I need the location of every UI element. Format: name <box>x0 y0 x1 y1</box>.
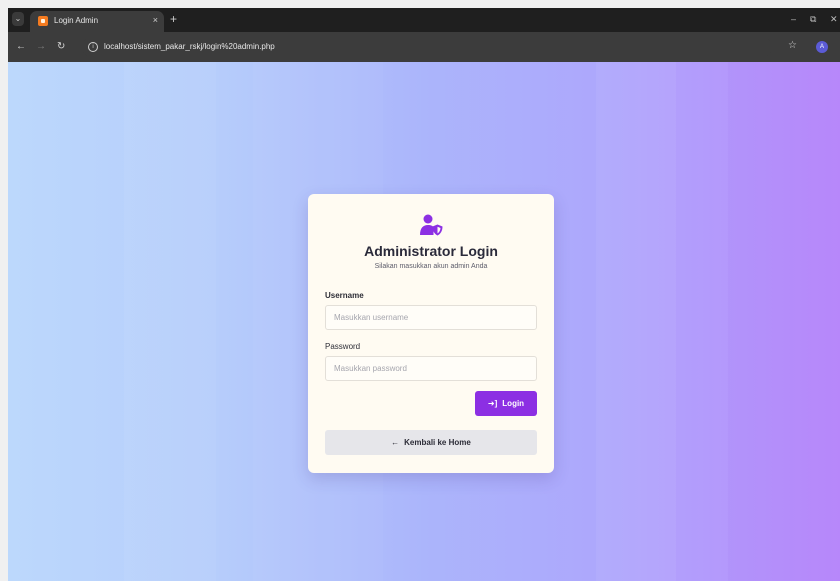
url-text[interactable]: localhost/sistem_pakar_rskj/login%20admi… <box>104 41 275 53</box>
bookmark-star-icon[interactable]: ☆ <box>788 39 797 53</box>
browser-window: ⌄ Login Admin × + – ⧉ ✕ ← → ↻ i localhos… <box>8 8 840 581</box>
tab-login-admin[interactable]: Login Admin × <box>30 11 164 32</box>
address-bar[interactable]: i localhost/sistem_pakar_rskj/login%20ad… <box>82 37 772 57</box>
xampp-favicon-icon <box>38 16 48 26</box>
tab-search-button[interactable]: ⌄ <box>12 12 24 26</box>
background-band <box>124 62 216 581</box>
sign-in-icon: ➜] <box>487 399 498 408</box>
site-info-icon[interactable]: i <box>88 42 98 52</box>
reload-icon[interactable]: ↻ <box>57 40 65 54</box>
profile-avatar[interactable]: A <box>816 41 828 53</box>
login-button-label: Login <box>502 399 525 408</box>
browser-toolbar: ← → ↻ i localhost/sistem_pakar_rskj/logi… <box>8 32 840 62</box>
back-icon[interactable]: ← <box>16 40 26 54</box>
background-band <box>596 62 676 581</box>
arrow-left-icon: ← <box>391 438 400 447</box>
user-shield-icon <box>420 214 443 236</box>
password-input[interactable] <box>325 356 537 381</box>
page-title: Administrator Login <box>364 243 498 259</box>
restore-icon[interactable]: ⧉ <box>810 13 816 25</box>
tab-close-icon[interactable]: × <box>153 14 158 26</box>
minimize-icon[interactable]: – <box>791 13 796 25</box>
back-home-label: Kembali ke Home <box>404 438 471 447</box>
login-button[interactable]: ➜] Login <box>475 391 537 416</box>
page-subtitle: Silakan masukkan akun admin Anda <box>374 263 488 270</box>
username-label: Username <box>325 291 364 300</box>
close-window-icon[interactable]: ✕ <box>830 13 838 25</box>
page-viewport: Administrator Login Silakan masukkan aku… <box>8 62 840 581</box>
tab-title: Login Admin <box>54 16 99 25</box>
back-home-button[interactable]: ← Kembali ke Home <box>325 430 537 455</box>
background-band <box>728 62 840 581</box>
password-label: Password <box>325 342 361 351</box>
tab-strip: ⌄ Login Admin × + – ⧉ ✕ <box>8 8 840 32</box>
username-input[interactable] <box>325 305 537 330</box>
new-tab-icon[interactable]: + <box>170 11 177 27</box>
login-card: Administrator Login Silakan masukkan aku… <box>308 194 554 473</box>
forward-icon[interactable]: → <box>36 40 46 54</box>
